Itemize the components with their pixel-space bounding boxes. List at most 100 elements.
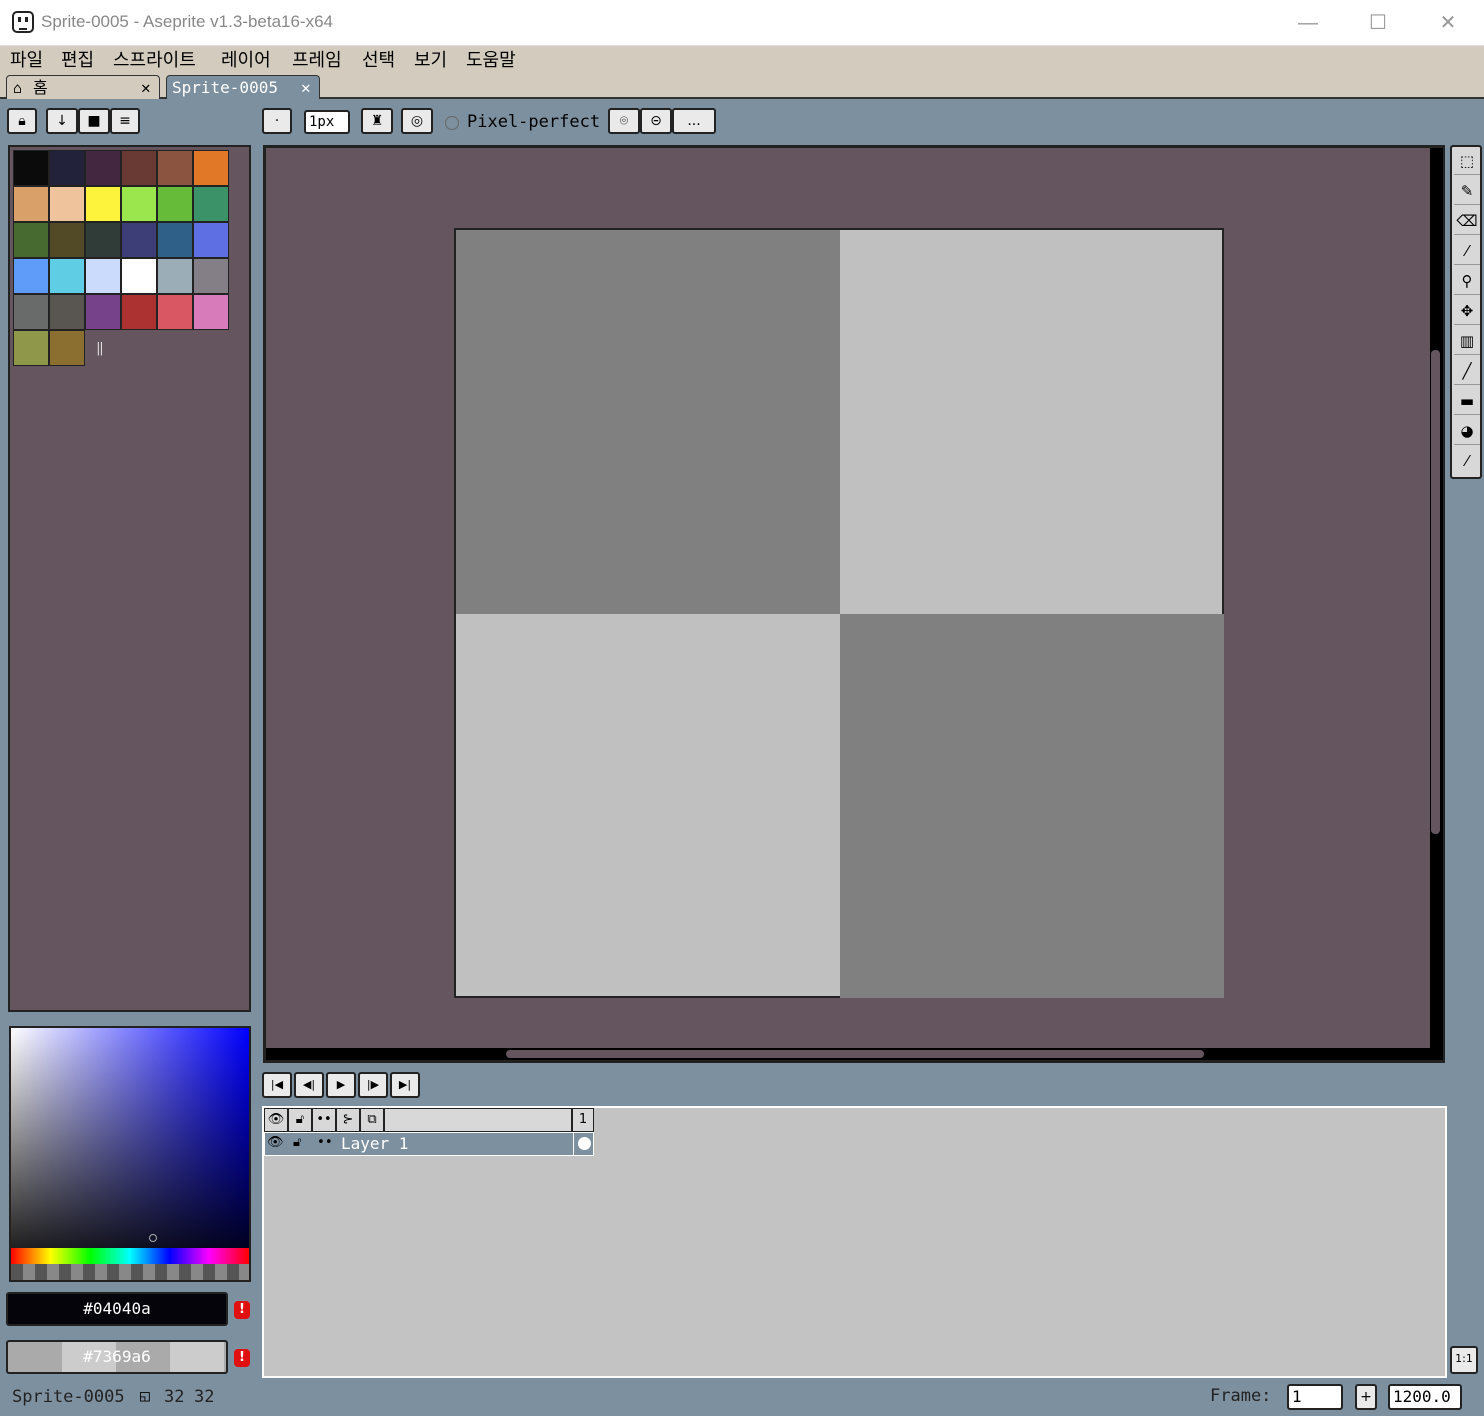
- continuous-icon[interactable]: ••: [312, 1108, 336, 1132]
- brush-type-button[interactable]: ·: [262, 108, 292, 134]
- foreground-color[interactable]: #04040a: [6, 1292, 228, 1326]
- palette-swatch[interactable]: [193, 294, 229, 330]
- palette-swatch[interactable]: [13, 258, 49, 294]
- zoom-1-1-button[interactable]: 1:1: [1450, 1346, 1478, 1374]
- palette-swatch[interactable]: [157, 150, 193, 186]
- horizontal-scroll-thumb[interactable]: [506, 1050, 1204, 1058]
- menu-help[interactable]: 도움말: [466, 46, 516, 73]
- layer-name[interactable]: Layer 1: [341, 1134, 408, 1153]
- menu-edit[interactable]: 편집: [61, 46, 94, 73]
- palette-swatch[interactable]: [85, 186, 121, 222]
- alpha-slider[interactable]: [11, 1264, 249, 1280]
- marquee-tool-icon[interactable]: ⬚: [1454, 147, 1480, 175]
- tab-sprite-close-icon[interactable]: ✕: [301, 76, 311, 100]
- palette-swatch[interactable]: [157, 258, 193, 294]
- palette-swatch[interactable]: [49, 330, 85, 366]
- foreground-warning-icon[interactable]: !: [234, 1301, 250, 1319]
- palette-swatch[interactable]: [49, 258, 85, 294]
- menu-layer[interactable]: 레이어: [221, 46, 271, 73]
- onion-skin-icon[interactable]: ⧉: [360, 1108, 384, 1132]
- tab-home-close-icon[interactable]: ✕: [141, 76, 151, 100]
- menu-frame[interactable]: 프레임: [292, 46, 342, 73]
- rectangle-tool-icon[interactable]: ▬: [1454, 387, 1480, 415]
- palette-view-button[interactable]: ■: [78, 108, 110, 134]
- tiled-mode-button[interactable]: ⊝: [640, 108, 672, 134]
- palette-swatch[interactable]: [157, 186, 193, 222]
- eraser-tool-icon[interactable]: ⌫: [1454, 207, 1480, 235]
- spectrum-cursor[interactable]: [149, 1234, 157, 1242]
- palette-resize-handle[interactable]: ‖: [96, 341, 104, 356]
- maximize-button[interactable]: ☐: [1358, 10, 1398, 36]
- padlock-icon[interactable]: 🔓︎: [288, 1108, 312, 1132]
- next-frame-button[interactable]: |▶: [358, 1072, 388, 1098]
- last-frame-button[interactable]: ▶|: [390, 1072, 420, 1098]
- tab-home[interactable]: ⌂ 홈 ✕: [6, 75, 160, 99]
- hue-slider[interactable]: [11, 1248, 249, 1264]
- line-tool-icon[interactable]: ╱: [1454, 357, 1480, 385]
- eyedropper-tool-icon[interactable]: ⁄: [1454, 237, 1480, 265]
- palette-swatch[interactable]: [49, 222, 85, 258]
- palette-sort-button[interactable]: ↓: [46, 108, 78, 134]
- tab-sprite[interactable]: Sprite-0005 ✕: [166, 75, 320, 99]
- palette-swatch[interactable]: [49, 150, 85, 186]
- contour-tool-icon[interactable]: ◕: [1454, 417, 1480, 445]
- palette-swatch[interactable]: [85, 294, 121, 330]
- gradient-tool-icon[interactable]: ▥: [1454, 327, 1480, 355]
- eye-icon[interactable]: 👁︎: [264, 1108, 288, 1132]
- palette-swatch[interactable]: [85, 222, 121, 258]
- brush-options-button[interactable]: ◎: [401, 108, 433, 134]
- palette-swatch[interactable]: [13, 330, 49, 366]
- layer-lock-padlock-icon[interactable]: 🔓︎: [293, 1135, 301, 1150]
- background-color[interactable]: #7369a6: [6, 1340, 228, 1374]
- frame-header[interactable]: 1: [572, 1108, 594, 1132]
- palette-swatch[interactable]: [193, 186, 229, 222]
- palette-swatch[interactable]: [49, 186, 85, 222]
- color-spectrum[interactable]: [9, 1026, 251, 1282]
- menu-sprite[interactable]: 스프라이트: [113, 46, 196, 73]
- add-frame-button[interactable]: +: [1355, 1384, 1377, 1410]
- layer-visible-eye-icon[interactable]: 👁︎: [267, 1135, 284, 1150]
- layer-continuous-icon[interactable]: ••: [317, 1135, 333, 1150]
- palette-swatch[interactable]: [13, 150, 49, 186]
- more-options-button[interactable]: ...: [672, 108, 716, 134]
- palette-swatch[interactable]: [121, 258, 157, 294]
- layer-row[interactable]: 👁︎ 🔓︎ •• Layer 1: [264, 1132, 594, 1156]
- sprite-canvas[interactable]: [454, 228, 1224, 998]
- palette-swatch[interactable]: [121, 294, 157, 330]
- pixel-perfect-checkbox[interactable]: [445, 116, 459, 130]
- minimize-button[interactable]: —: [1288, 10, 1328, 36]
- ink-button[interactable]: ♜: [361, 108, 393, 134]
- menu-select[interactable]: 선택: [362, 46, 395, 73]
- pencil-tool-icon[interactable]: ✎: [1454, 177, 1480, 205]
- cel-frame-1[interactable]: [573, 1133, 595, 1155]
- palette-swatch[interactable]: [49, 294, 85, 330]
- close-window-button[interactable]: ✕: [1428, 10, 1468, 36]
- palette-swatch[interactable]: [193, 222, 229, 258]
- first-frame-button[interactable]: |◀: [262, 1072, 292, 1098]
- palette-swatch[interactable]: [13, 294, 49, 330]
- vertical-scroll-thumb[interactable]: [1431, 350, 1440, 834]
- palette-swatch[interactable]: [157, 294, 193, 330]
- menu-view[interactable]: 보기: [414, 46, 447, 73]
- palette-swatch[interactable]: [85, 150, 121, 186]
- move-tool-icon[interactable]: ✥: [1454, 297, 1480, 325]
- zoom-input[interactable]: 1200.0: [1388, 1384, 1462, 1410]
- prev-frame-button[interactable]: ◀|: [294, 1072, 324, 1098]
- palette-lock-button[interactable]: 🔒︎: [7, 108, 37, 134]
- palette-menu-button[interactable]: ≡: [110, 108, 140, 134]
- menu-file[interactable]: 파일: [10, 46, 43, 73]
- editor-vertical-scrollbar[interactable]: [1430, 148, 1443, 1060]
- palette-swatch[interactable]: [121, 186, 157, 222]
- brush-size-input[interactable]: 1px: [304, 110, 350, 134]
- frame-input[interactable]: 1: [1287, 1384, 1343, 1410]
- palette-swatch[interactable]: [13, 222, 49, 258]
- palette-swatch[interactable]: [121, 150, 157, 186]
- palette-swatch[interactable]: [193, 150, 229, 186]
- editor-horizontal-scrollbar[interactable]: [266, 1048, 1430, 1060]
- palette-swatch[interactable]: [193, 258, 229, 294]
- symmetry-button[interactable]: ⌾: [608, 108, 640, 134]
- palette-swatch[interactable]: [121, 222, 157, 258]
- background-warning-icon[interactable]: !: [234, 1349, 250, 1367]
- palette-swatch[interactable]: [157, 222, 193, 258]
- layers-icon[interactable]: ⊱: [336, 1108, 360, 1132]
